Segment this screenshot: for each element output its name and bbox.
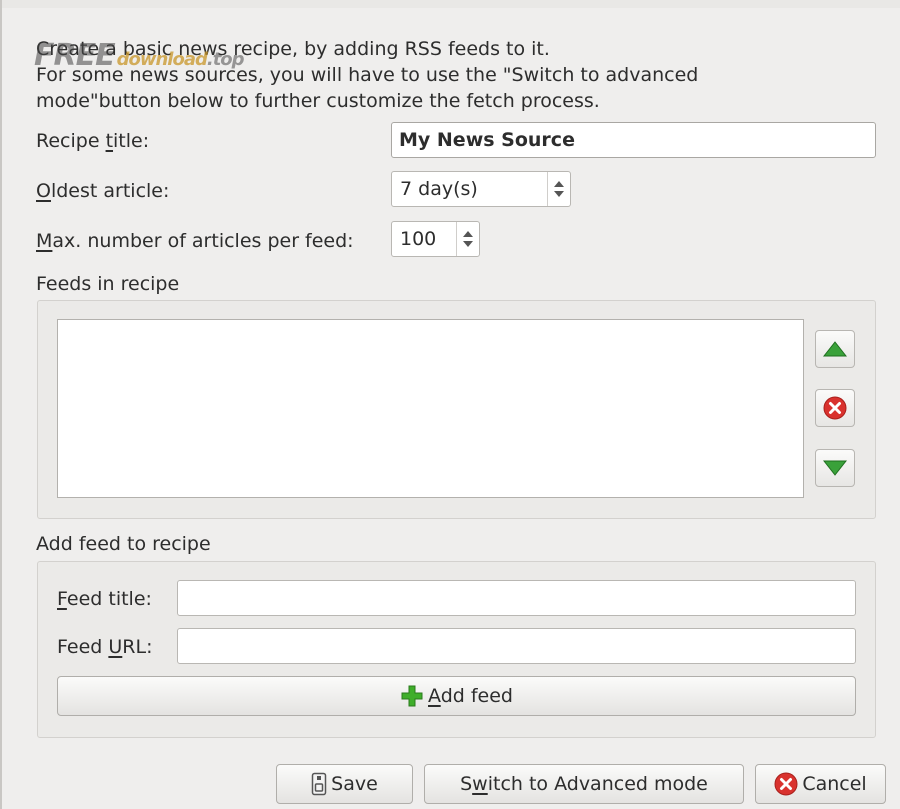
- save-label: Save: [331, 773, 378, 795]
- add-feed-heading: Add feed to recipe: [36, 533, 211, 555]
- recipe-title-label: Recipe title:: [36, 130, 150, 152]
- feeds-list[interactable]: [57, 319, 804, 498]
- cancel-label: Cancel: [802, 773, 867, 795]
- switch-advanced-mode-button[interactable]: Switch to Advanced mode: [424, 764, 744, 804]
- move-feed-down-button[interactable]: [815, 449, 855, 487]
- window-top-strip: [0, 0, 900, 8]
- feeds-in-recipe-heading: Feeds in recipe: [36, 273, 180, 295]
- cancel-icon: [774, 772, 798, 796]
- feed-title-input[interactable]: [177, 580, 856, 616]
- cancel-button[interactable]: Cancel: [755, 764, 886, 804]
- feed-title-label: Feed title:: [57, 588, 152, 610]
- save-button[interactable]: Save: [276, 764, 413, 804]
- stepper-down-icon[interactable]: [554, 191, 564, 197]
- stepper-down-icon[interactable]: [463, 241, 473, 247]
- plus-icon: [401, 685, 423, 707]
- remove-feed-button[interactable]: [815, 389, 855, 427]
- save-icon: [311, 772, 327, 796]
- max-articles-label: Max. number of articles per feed:: [36, 230, 354, 252]
- switch-advanced-label: Switch to Advanced mode: [460, 773, 708, 795]
- stepper-up-icon[interactable]: [463, 231, 473, 237]
- arrow-up-icon: [823, 341, 847, 357]
- window-left-edge: [0, 0, 2, 809]
- recipe-title-input[interactable]: My News Source: [391, 122, 876, 158]
- max-articles-spinbox[interactable]: 100: [391, 221, 480, 257]
- remove-icon: [823, 396, 847, 420]
- arrow-down-icon: [823, 460, 847, 476]
- move-feed-up-button[interactable]: [815, 330, 855, 368]
- oldest-article-label: Oldest article:: [36, 180, 170, 202]
- stepper-up-icon[interactable]: [554, 181, 564, 187]
- oldest-article-value: 7 day(s): [400, 178, 478, 200]
- max-articles-value: 100: [400, 228, 437, 250]
- feed-url-label: Feed URL:: [57, 636, 153, 658]
- oldest-article-stepper[interactable]: [547, 172, 570, 206]
- intro-line-3: mode"button below to further customize t…: [36, 90, 600, 112]
- oldest-article-spinbox[interactable]: 7 day(s): [391, 171, 571, 207]
- add-feed-label: Add feed: [428, 685, 513, 707]
- add-feed-button[interactable]: Add feed: [57, 676, 856, 716]
- feed-url-input[interactable]: [177, 628, 856, 664]
- max-articles-stepper[interactable]: [456, 222, 479, 256]
- watermark-logo: FREE download.top: [34, 38, 245, 73]
